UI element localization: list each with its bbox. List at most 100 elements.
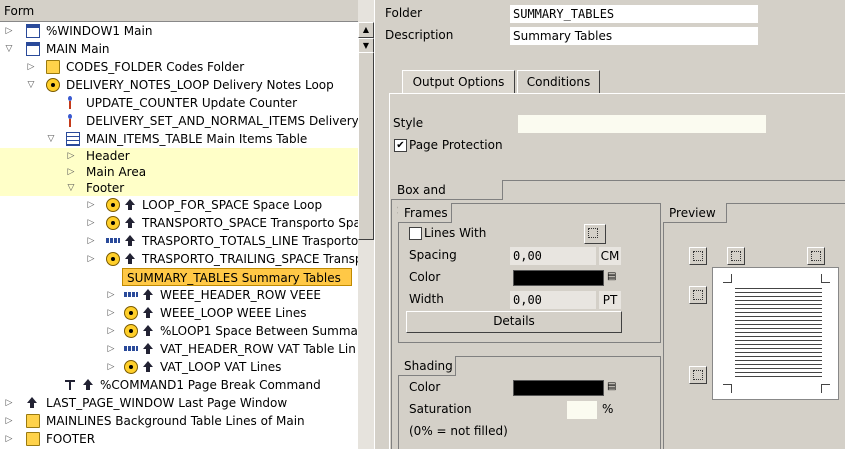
tree-row[interactable]: ▷ %LOOP1 Space Between Summary [0, 322, 358, 340]
tree-row[interactable]: ▷ LAST_PAGE_WINDOW Last Page Window [0, 394, 358, 412]
width-field[interactable]: 0,00 [510, 291, 596, 309]
tree-row[interactable]: ▽ MAIN_ITEMS_TABLE Main Items Table [0, 130, 358, 148]
tree-row[interactable]: ▷ TRANSPORTO_SPACE Transporto Spac [0, 214, 358, 232]
tree-row[interactable]: ▷ VAT_LOOP VAT Lines [0, 358, 358, 376]
spacing-field[interactable]: 0,00 [510, 247, 596, 265]
collapse-icon[interactable]: ▽ [26, 76, 36, 94]
folder-label: Folder [385, 6, 423, 20]
description-field[interactable]: Summary Tables [510, 27, 758, 45]
shading-color-box[interactable] [513, 380, 604, 396]
tree-row-label: CODES_FOLDER Codes Folder [66, 60, 245, 74]
tree-row[interactable]: ▽SUMMARY_TABLES Summary Tables [122, 268, 352, 286]
expand-icon[interactable]: ▷ [4, 394, 14, 412]
expand-icon[interactable]: ▷ [4, 22, 14, 40]
frame-top-left-button[interactable] [689, 247, 707, 265]
window-icon [26, 42, 40, 56]
navigation-icon [142, 288, 154, 302]
expand-icon[interactable]: ▷ [106, 304, 116, 322]
color-picker-icon[interactable]: ▤ [607, 270, 617, 284]
tree-row[interactable]: ▽ Footer [0, 180, 358, 196]
navigation-icon [124, 234, 136, 248]
tree-row[interactable]: ▷ TRASPORTO_TOTALS_LINE Trasporto [0, 232, 358, 250]
expand-icon[interactable]: ▷ [86, 250, 96, 268]
expand-icon[interactable]: ▷ [106, 286, 116, 304]
expand-icon[interactable]: ▷ [106, 322, 116, 340]
lines-with-checkbox[interactable] [409, 227, 422, 240]
collapse-icon[interactable]: ▽ [4, 40, 14, 58]
expand-icon[interactable]: ▷ [106, 340, 116, 358]
navigation-icon [26, 396, 38, 410]
tree-row-label: MAIN_ITEMS_TABLE Main Items Table [86, 132, 308, 146]
description-label: Description [385, 28, 454, 42]
tree-row[interactable]: ▷ MAINLINES Background Table Lines of Mai… [0, 412, 358, 430]
loop-icon [124, 360, 138, 374]
tree-row-label: MAINLINES Background Table Lines of Main [46, 414, 305, 428]
tree-row-label: TRASPORTO_TRAILING_SPACE Transp [142, 252, 358, 266]
navigation-icon [82, 378, 94, 392]
details-button[interactable]: Details [406, 311, 622, 333]
collapse-icon[interactable]: ▽ [46, 130, 56, 148]
expand-icon[interactable]: ▷ [86, 232, 96, 250]
frame-top-button[interactable] [727, 247, 745, 265]
frame-color-box[interactable] [513, 270, 604, 286]
tree-row[interactable]: ▷ CODES_FOLDER Codes Folder [0, 58, 358, 76]
tree-row[interactable]: ▷ WEEE_LOOP WEEE Lines [0, 304, 358, 322]
tree-row-label: Header [86, 149, 130, 163]
expand-icon[interactable]: ▷ [86, 214, 96, 232]
tree-header: Form [0, 0, 358, 22]
expand-icon[interactable]: ▷ [4, 412, 14, 430]
corner-mark-icon [723, 384, 732, 393]
style-field[interactable] [518, 115, 766, 133]
collapse-icon[interactable]: ▽ [66, 180, 76, 196]
tree-row[interactable]: ▷ VAT_HEADER_ROW VAT Table Lin [0, 340, 358, 358]
frame-style-button[interactable] [584, 224, 606, 244]
frame-top-right-button[interactable] [807, 247, 825, 265]
corner-mark-icon [821, 274, 830, 283]
form-tree[interactable]: Form ▷ %WINDOW1 Main ▽ MAIN Main ▷ CODES_FOLD… [0, 0, 378, 449]
shading-color-picker-icon[interactable]: ▤ [607, 380, 617, 394]
tree-row[interactable]: ▽ MAIN Main [0, 40, 358, 58]
tree-row[interactable]: ▷ TRASPORTO_TRAILING_SPACE Transp [0, 250, 358, 268]
saturation-field[interactable] [567, 401, 597, 419]
corner-mark-icon [821, 384, 830, 393]
not-filled-note: (0% = not filled) [409, 424, 508, 438]
expand-icon[interactable]: ▷ [106, 358, 116, 376]
tree-row[interactable]: ▷ %WINDOW1 Main [0, 22, 358, 40]
folder-field[interactable]: SUMMARY_TABLES [510, 5, 758, 23]
tree-row[interactable]: ▽ DELIVERY_NOTES_LOOP Delivery Notes Loop [0, 76, 358, 94]
tab-conditions[interactable]: Conditions [517, 70, 600, 94]
tree-row[interactable]: ▷ Main Area [0, 164, 358, 180]
scroll-up-button[interactable]: ▲ [358, 22, 374, 38]
tree-row[interactable]: %COMMAND1 Page Break Command [0, 376, 358, 394]
frame-left-button[interactable] [689, 286, 707, 304]
tree-row[interactable]: ▷ FOOTER [0, 430, 358, 448]
window-icon [26, 24, 40, 38]
tree-row[interactable]: ▷ Header [0, 148, 358, 164]
pane-splitter[interactable] [374, 0, 382, 449]
tab-output-options[interactable]: Output Options [402, 70, 515, 94]
tree-row[interactable]: UPDATE_COUNTER Update Counter [0, 94, 358, 112]
tree-row[interactable]: DELIVERY_SET_AND_NORMAL_ITEMS Delivery S… [0, 112, 358, 130]
tree-row-label: VAT_LOOP VAT Lines [160, 360, 282, 374]
folder-icon [46, 60, 60, 74]
box-shading-title: Box and Shading [391, 180, 503, 217]
frame-bottom-left-button[interactable] [689, 366, 707, 384]
expand-icon[interactable]: ▷ [4, 430, 14, 448]
tree-row-label: LOOP_FOR_SPACE Space Loop [142, 198, 323, 212]
tree-row-label: WEEE_HEADER_ROW VEEE [160, 288, 322, 302]
navigation-icon [142, 306, 154, 320]
navigation-icon [142, 360, 154, 374]
preview-box [712, 267, 839, 400]
tree-row[interactable]: ▷ LOOP_FOR_SPACE Space Loop [0, 196, 358, 214]
expand-icon[interactable]: ▷ [86, 196, 96, 214]
tree-row[interactable]: ▷ WEEE_HEADER_ROW VEEE [0, 286, 358, 304]
navigation-icon [142, 342, 154, 356]
loop-icon [124, 306, 138, 320]
expand-icon[interactable]: ▷ [66, 148, 76, 164]
tree-row-label: Footer [86, 181, 125, 195]
scroll-thumb[interactable] [358, 52, 374, 240]
expand-icon[interactable]: ▷ [26, 58, 36, 76]
page-protection-checkbox[interactable]: ✔ [394, 139, 407, 152]
expand-icon[interactable]: ▷ [66, 164, 76, 180]
tree-scrollbar[interactable]: ▲ ▼ [358, 0, 374, 449]
